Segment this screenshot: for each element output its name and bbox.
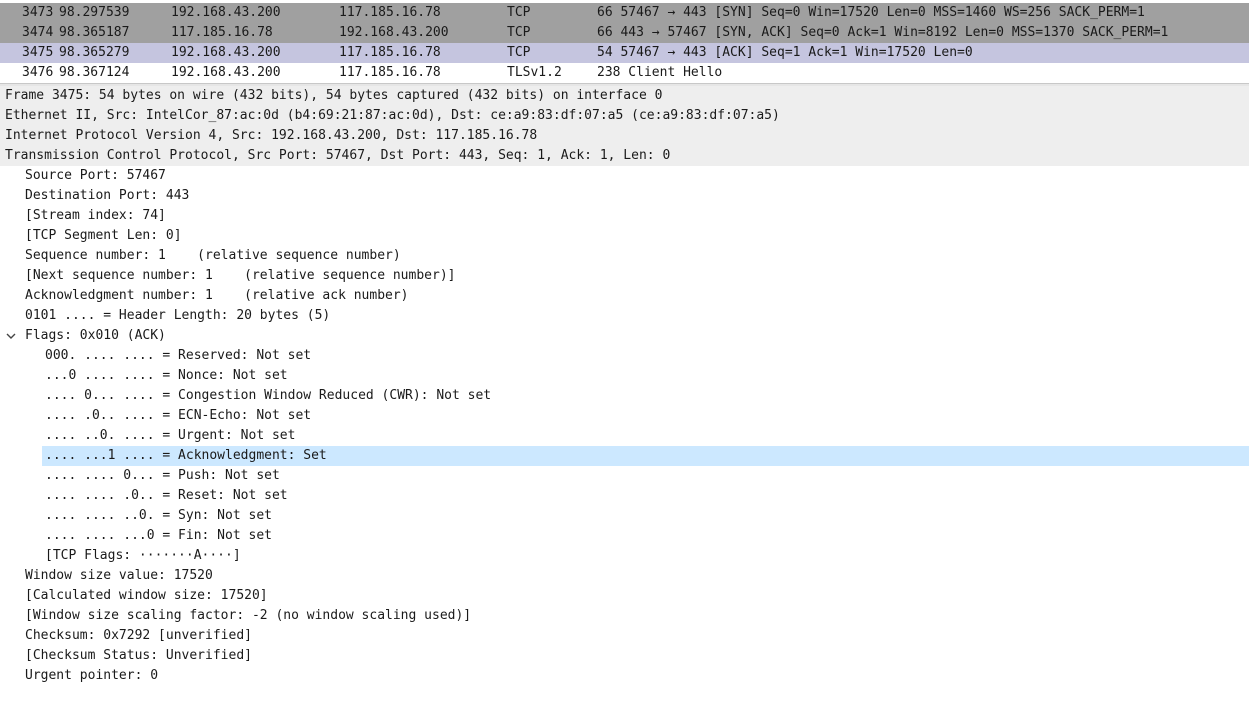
tcp-field-source-port[interactable]: Source Port: 57467 [0,166,1249,186]
flag-ecn-echo[interactable]: .... .0.. .... = ECN-Echo: Not set [0,406,1249,426]
flag-text: .... ...1 .... = Acknowledgment: Set [45,448,327,463]
tcp-field-calculated-window[interactable]: [Calculated window size: 17520] [0,586,1249,606]
flag-syn[interactable]: .... .... ..0. = Syn: Not set [0,506,1249,526]
packet-row-selected[interactable]: 3475 98.365279 192.168.43.200 117.185.16… [0,43,1249,63]
flag-cwr[interactable]: .... 0... .... = Congestion Window Reduc… [0,386,1249,406]
flag-urgent[interactable]: .... ..0. .... = Urgent: Not set [0,426,1249,446]
tcp-field-segment-len[interactable]: [TCP Segment Len: 0] [0,226,1249,246]
packet-protocol: TCP [507,5,531,20]
tree-node-tcp[interactable]: Transmission Control Protocol, Src Port:… [0,146,1249,166]
packet-time: 98.365279 [59,45,130,60]
flag-text: .... .... ..0. = Syn: Not set [45,508,272,523]
flag-nonce[interactable]: ...0 .... .... = Nonce: Not set [0,366,1249,386]
packet-destination: 192.168.43.200 [339,25,449,40]
tree-node-flags[interactable]: Flags: 0x010 (ACK) [0,326,1249,346]
flag-reset[interactable]: .... .... .0.. = Reset: Not set [0,486,1249,506]
packet-details-tree: Frame 3475: 54 bytes on wire (432 bits),… [0,86,1249,686]
packet-protocol: TLSv1.2 [507,65,562,80]
packet-destination: 117.185.16.78 [339,45,441,60]
packet-destination: 117.185.16.78 [339,5,441,20]
tree-node-frame[interactable]: Frame 3475: 54 bytes on wire (432 bits),… [0,86,1249,106]
packet-info: 238 Client Hello [597,65,723,80]
flag-text: ...0 .... .... = Nonce: Not set [45,368,288,383]
tree-node-label: Internet Protocol Version 4, Src: 192.16… [5,128,538,143]
field-text: [TCP Segment Len: 0] [25,228,182,243]
flags-label: Flags: 0x010 (ACK) [25,328,166,343]
flag-text: .... 0... .... = Congestion Window Reduc… [45,388,492,403]
flag-reserved[interactable]: 000. .... .... = Reserved: Not set [0,346,1249,366]
packet-time: 98.367124 [59,65,130,80]
field-text: [Checksum Status: Unverified] [25,648,252,663]
packet-row[interactable]: 3476 98.367124 192.168.43.200 117.185.16… [0,63,1249,83]
tcp-field-destination-port[interactable]: Destination Port: 443 [0,186,1249,206]
flag-fin[interactable]: .... .... ...0 = Fin: Not set [0,526,1249,546]
packet-info: 66 443 → 57467 [SYN, ACK] Seq=0 Ack=1 Wi… [597,25,1169,40]
field-text: [Window size scaling factor: -2 (no wind… [25,608,472,623]
packet-source: 192.168.43.200 [171,5,281,20]
packet-protocol: TCP [507,45,531,60]
tcp-field-stream-index[interactable]: [Stream index: 74] [0,206,1249,226]
tree-node-ipv4[interactable]: Internet Protocol Version 4, Src: 192.16… [0,126,1249,146]
field-text: Window size value: 17520 [25,568,213,583]
field-text: Acknowledgment number: 1 (relative ack n… [25,288,409,303]
tcp-field-sequence-number[interactable]: Sequence number: 1 (relative sequence nu… [0,246,1249,266]
packet-no: 3473 [22,5,54,20]
packet-protocol: TCP [507,25,531,40]
tree-node-ethernet[interactable]: Ethernet II, Src: IntelCor_87:ac:0d (b4:… [0,106,1249,126]
tcp-field-checksum-status[interactable]: [Checksum Status: Unverified] [0,646,1249,666]
chevron-down-icon[interactable] [6,332,16,340]
packet-no: 3476 [22,65,54,80]
flag-text: .... .... ...0 = Fin: Not set [45,528,272,543]
packet-source: 192.168.43.200 [171,45,281,60]
packet-row[interactable]: 3473 98.297539 192.168.43.200 117.185.16… [0,3,1249,23]
flag-text: 000. .... .... = Reserved: Not set [45,348,312,363]
flag-tcp-flags-summary[interactable]: [TCP Flags: ·······A····] [0,546,1249,566]
packet-list: 3473 98.297539 192.168.43.200 117.185.16… [0,0,1249,83]
flag-text: .... .... 0... = Push: Not set [45,468,280,483]
flag-acknowledgment-selected[interactable]: .... ...1 .... = Acknowledgment: Set [0,446,1249,466]
packet-source: 117.185.16.78 [171,25,273,40]
tree-node-label: Ethernet II, Src: IntelCor_87:ac:0d (b4:… [5,108,780,123]
packet-info: 66 57467 → 443 [SYN] Seq=0 Win=17520 Len… [597,5,1145,20]
packet-source: 192.168.43.200 [171,65,281,80]
flag-text: .... ..0. .... = Urgent: Not set [45,428,296,443]
tree-node-label: Frame 3475: 54 bytes on wire (432 bits),… [5,88,663,103]
tree-node-label: Transmission Control Protocol, Src Port:… [5,148,671,163]
tcp-field-window-scaling[interactable]: [Window size scaling factor: -2 (no wind… [0,606,1249,626]
field-text: 0101 .... = Header Length: 20 bytes (5) [25,308,331,323]
tcp-field-next-sequence-number[interactable]: [Next sequence number: 1 (relative seque… [0,266,1249,286]
field-text: [Calculated window size: 17520] [25,588,268,603]
packet-no: 3474 [22,25,54,40]
field-text: [Next sequence number: 1 (relative seque… [25,268,456,283]
field-text: Source Port: 57467 [25,168,166,183]
tcp-field-header-length[interactable]: 0101 .... = Header Length: 20 bytes (5) [0,306,1249,326]
packet-time: 98.365187 [59,25,130,40]
tcp-field-checksum[interactable]: Checksum: 0x7292 [unverified] [0,626,1249,646]
tcp-field-window-size[interactable]: Window size value: 17520 [0,566,1249,586]
packet-time: 98.297539 [59,5,130,20]
packet-destination: 117.185.16.78 [339,65,441,80]
flag-text: [TCP Flags: ·······A····] [45,548,241,563]
field-text: [Stream index: 74] [25,208,166,223]
packet-info: 54 57467 → 443 [ACK] Seq=1 Ack=1 Win=175… [597,45,973,60]
packet-no: 3475 [22,45,54,60]
packet-row[interactable]: 3474 98.365187 117.185.16.78 192.168.43.… [0,23,1249,43]
flag-push[interactable]: .... .... 0... = Push: Not set [0,466,1249,486]
field-text: Urgent pointer: 0 [25,668,159,683]
flag-text: .... .0.. .... = ECN-Echo: Not set [45,408,312,423]
tcp-field-urgent-pointer[interactable]: Urgent pointer: 0 [0,666,1249,686]
field-text: Sequence number: 1 (relative sequence nu… [25,248,401,263]
field-text: Destination Port: 443 [25,188,190,203]
field-text: Checksum: 0x7292 [unverified] [25,628,252,643]
flag-text: .... .... .0.. = Reset: Not set [45,488,288,503]
tcp-field-ack-number[interactable]: Acknowledgment number: 1 (relative ack n… [0,286,1249,306]
